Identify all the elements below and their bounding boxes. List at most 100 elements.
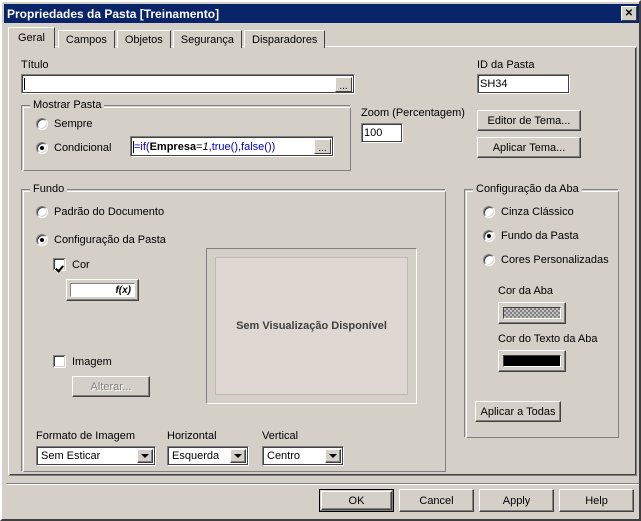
chevron-down-icon[interactable]	[325, 449, 341, 463]
tab-disparadores-label: Disparadores	[252, 33, 318, 46]
cor-da-aba-label: Cor da Aba	[498, 285, 554, 297]
tab-objetos-label: Objetos	[124, 33, 163, 46]
radio-icon	[483, 206, 495, 218]
mostrar-pasta-group: Mostrar Pasta Sempre Condicional =if(Emp…	[21, 99, 351, 171]
checkbox-cor[interactable]: Cor	[53, 258, 90, 271]
zoom-value: 100	[364, 127, 383, 139]
chevron-down-icon[interactable]	[230, 449, 246, 463]
id-pasta-label: ID da Pasta	[477, 59, 535, 71]
checkbox-cor-label: Cor	[72, 258, 90, 271]
alterar-button[interactable]: Alterar...	[72, 376, 150, 397]
radio-icon	[36, 206, 48, 218]
radio-icon	[36, 118, 48, 130]
aplicar-a-todas-button[interactable]: Aplicar a Todas	[475, 401, 561, 422]
radio-fundo-da-pasta-label: Fundo da Pasta	[501, 230, 579, 242]
condicional-formula-value: =if(Empresa = 1, true(), false())	[133, 137, 331, 156]
cor-da-aba-color	[503, 307, 561, 319]
titulo-label: Título	[21, 59, 49, 71]
radio-configuracao-pasta-label: Configuração da Pasta	[54, 234, 166, 246]
radio-sempre-label: Sempre	[54, 118, 93, 130]
vertical-label: Vertical	[262, 430, 299, 442]
apply-button[interactable]: Apply	[479, 489, 554, 512]
radio-cinza-classico-label: Cinza Clássico	[501, 206, 574, 218]
radio-cores-personalizadas-label: Cores Personalizadas	[501, 254, 609, 266]
configuracao-aba-title: Configuração da Aba	[473, 183, 582, 195]
tab-campos-label: Campos	[65, 33, 107, 46]
formula-suffix: )	[271, 140, 276, 153]
radio-padrao-documento[interactable]: Padrão do Documento	[36, 206, 164, 218]
radio-icon-selected	[483, 230, 495, 242]
titulo-input[interactable]: ...	[21, 74, 355, 94]
fundo-group: Fundo Padrão do Documento Configuração d…	[21, 183, 446, 472]
radio-sempre[interactable]: Sempre	[36, 118, 93, 130]
cor-da-aba-swatch[interactable]	[498, 302, 566, 324]
aplicar-tema-button[interactable]: Aplicar Tema...	[477, 137, 581, 158]
tab-seguranca-label: Segurança	[180, 33, 235, 46]
condicional-formula-input[interactable]: =if(Empresa = 1, true(), false()) ...	[130, 136, 334, 157]
fx-label: f(x)	[115, 284, 131, 296]
preview-panel: Sem Visualização Disponível	[206, 248, 417, 404]
formato-imagem-value: Sem Esticar	[41, 450, 101, 462]
checkbox-icon-checked	[53, 258, 66, 271]
checkbox-imagem[interactable]: Imagem	[53, 355, 112, 368]
formula-prefix: =if(	[134, 140, 150, 153]
horizontal-value: Esquerda	[172, 450, 220, 462]
vertical-value: Centro	[267, 450, 301, 462]
cor-fx-button[interactable]: f(x)	[66, 279, 139, 301]
tab-page-geral: Título ... ID da Pasta SH34 Zoom (Percen…	[8, 46, 637, 476]
horizontal-label: Horizontal	[167, 430, 217, 442]
tab-disparadores[interactable]: Disparadores	[244, 30, 326, 48]
cancel-button[interactable]: Cancel	[399, 489, 474, 512]
tab-geral[interactable]: Geral	[8, 27, 55, 48]
tab-geral-label: Geral	[18, 32, 45, 44]
horizontal-combo[interactable]: Esquerda	[167, 446, 249, 466]
tab-objetos[interactable]: Objetos	[116, 30, 171, 48]
zoom-input[interactable]: 100	[361, 123, 403, 143]
help-button[interactable]: Help	[559, 489, 634, 512]
cor-texto-aba-color	[503, 355, 561, 367]
radio-cores-personalizadas[interactable]: Cores Personalizadas	[483, 254, 609, 266]
mostrar-pasta-title: Mostrar Pasta	[30, 99, 105, 111]
ok-button[interactable]: OK	[319, 489, 394, 512]
fundo-title: Fundo	[30, 183, 68, 195]
formato-imagem-combo[interactable]: Sem Esticar	[36, 446, 156, 466]
formula-true-fn: true()	[211, 140, 238, 153]
formula-field-name: Empresa	[149, 140, 197, 153]
radio-condicional-label: Condicional	[54, 142, 112, 154]
radio-condicional[interactable]: Condicional	[36, 142, 111, 154]
footer-separator	[6, 483, 639, 485]
radio-icon	[483, 254, 495, 266]
radio-cinza-classico[interactable]: Cinza Clássico	[483, 206, 574, 218]
radio-padrao-documento-label: Padrão do Documento	[54, 206, 165, 218]
titulo-input-value	[24, 75, 352, 93]
cor-texto-aba-label: Cor do Texto da Aba	[498, 333, 598, 345]
radio-icon-selected	[36, 234, 48, 246]
id-pasta-input[interactable]: SH34	[477, 74, 570, 94]
preview-text: Sem Visualização Disponível	[236, 320, 387, 332]
text-caret	[24, 78, 25, 90]
ok-button-label: OK	[321, 491, 392, 510]
radio-icon-selected	[36, 142, 48, 154]
window-title: Propriedades da Pasta [Treinamento]	[7, 6, 220, 21]
formato-imagem-label: Formato de Imagem	[36, 430, 136, 442]
formula-browse-button[interactable]: ...	[314, 139, 331, 154]
checkbox-icon	[53, 355, 66, 368]
vertical-combo[interactable]: Centro	[262, 446, 344, 466]
id-pasta-value: SH34	[480, 78, 508, 90]
editor-de-tema-button[interactable]: Editor de Tema...	[477, 110, 581, 131]
folder-properties-dialog: Propriedades da Pasta [Treinamento] ✕ Ge…	[0, 0, 641, 521]
cor-fx-inner: f(x)	[70, 283, 135, 297]
title-bar[interactable]: Propriedades da Pasta [Treinamento] ✕	[4, 4, 639, 23]
tab-seguranca[interactable]: Segurança	[172, 30, 243, 48]
zoom-label: Zoom (Percentagem)	[361, 107, 465, 119]
radio-fundo-da-pasta[interactable]: Fundo da Pasta	[483, 230, 579, 242]
cor-texto-aba-swatch[interactable]	[498, 350, 566, 372]
chevron-down-icon[interactable]	[137, 449, 153, 463]
tab-campos[interactable]: Campos	[57, 30, 115, 48]
titulo-browse-button[interactable]: ...	[335, 77, 352, 92]
tab-strip: Geral Campos Objetos Segurança Disparado…	[8, 27, 327, 48]
radio-configuracao-pasta[interactable]: Configuração da Pasta	[36, 234, 166, 246]
formula-false-fn: false()	[241, 140, 272, 153]
close-icon[interactable]: ✕	[621, 6, 637, 21]
configuracao-aba-group: Configuração da Aba Cinza Clássico Fundo…	[464, 183, 619, 438]
